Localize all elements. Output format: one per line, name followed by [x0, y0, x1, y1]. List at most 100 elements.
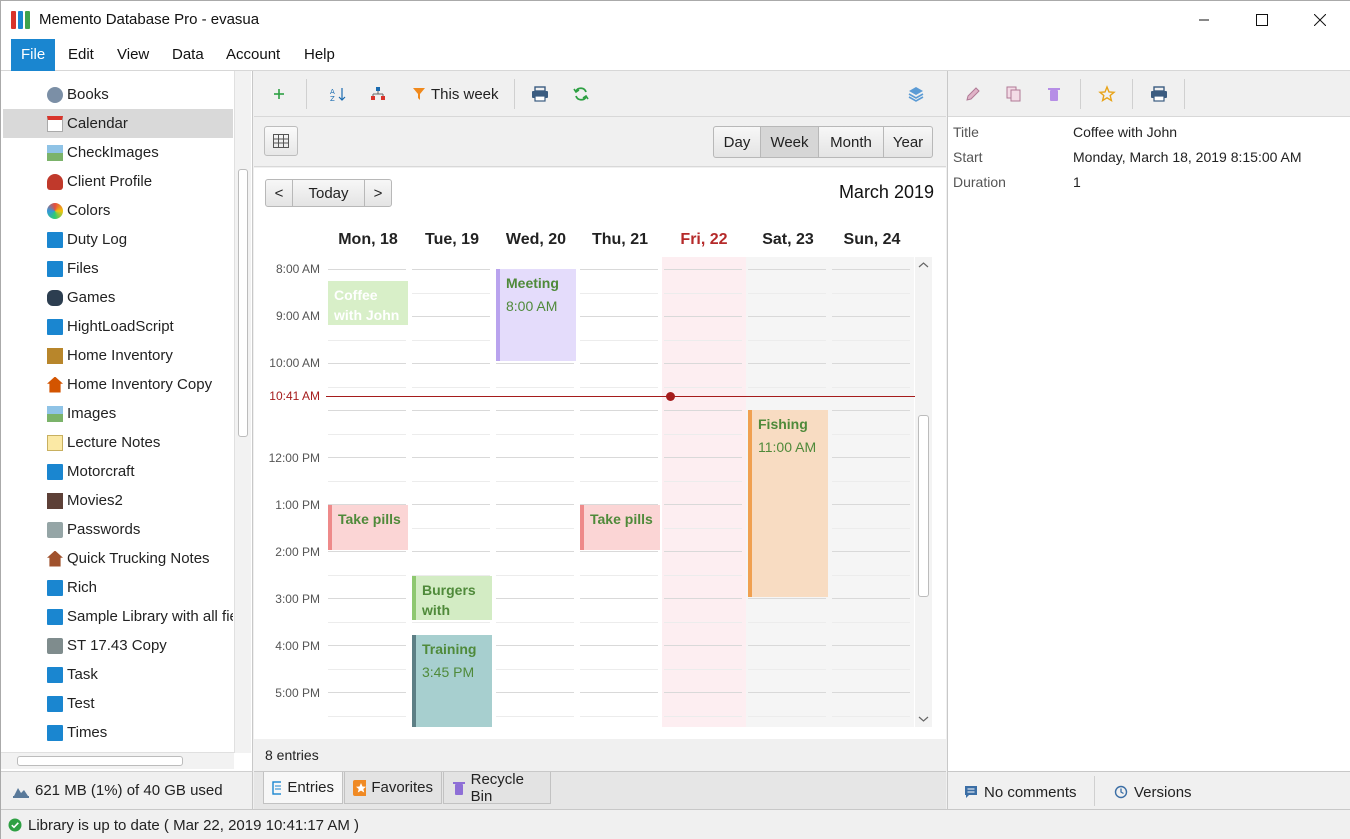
sidebar-item-duty-log[interactable]: Duty Log: [3, 225, 233, 254]
delete-entry-button[interactable]: [1047, 82, 1061, 106]
sidebar-horizontal-scrollbar[interactable]: [1, 752, 234, 769]
layers-button[interactable]: [907, 82, 925, 106]
sidebar-item-images[interactable]: Images: [3, 399, 233, 428]
menu-file[interactable]: File: [11, 39, 56, 71]
minimize-button[interactable]: [1175, 1, 1233, 39]
day-header[interactable]: Wed, 20: [494, 231, 578, 249]
event-meeting[interactable]: Meeting 8:00 AM: [496, 269, 576, 361]
star-icon: [353, 779, 367, 796]
menu-account[interactable]: Account: [216, 39, 290, 71]
grid-line: [328, 387, 406, 388]
grid-line: [412, 387, 490, 388]
view-week-button[interactable]: Week: [760, 126, 819, 158]
today-button[interactable]: Today: [292, 179, 365, 207]
grid-line: [748, 716, 826, 717]
menu-data[interactable]: Data: [162, 39, 214, 71]
sidebar-item-task[interactable]: Task: [3, 660, 233, 689]
edit-entry-button[interactable]: [964, 82, 982, 106]
calendar-panel: AZ This week Day Week Month Year < Today…: [254, 71, 946, 771]
sidebar-item-calendar[interactable]: Calendar: [3, 109, 233, 138]
grid-line: [328, 645, 406, 646]
grid-line: [328, 551, 406, 552]
sidebar-item-hightloadscript[interactable]: HightLoadScript: [3, 312, 233, 341]
sidebar-item-files[interactable]: Files: [3, 254, 233, 283]
tab-recycle-bin[interactable]: Recycle Bin: [443, 771, 551, 805]
day-header-today[interactable]: Fri, 22: [662, 231, 746, 249]
event-training[interactable]: Training 3:45 PM: [412, 635, 492, 727]
grid-line: [580, 645, 658, 646]
favorite-button[interactable]: [1098, 82, 1116, 106]
tab-entries[interactable]: Entries: [263, 772, 343, 804]
filter-button[interactable]: This week: [412, 82, 499, 106]
sidebar-item-games[interactable]: Games: [3, 283, 233, 312]
event-take-pills[interactable]: Take pills: [328, 505, 408, 550]
scroll-thumb[interactable]: [918, 415, 929, 597]
sidebar-item-motorcraft[interactable]: Motorcraft: [3, 457, 233, 486]
sidebar-item-quick-trucking-notes[interactable]: Quick Trucking Notes: [3, 544, 233, 573]
sidebar-item-times[interactable]: Times: [3, 718, 233, 747]
scroll-thumb[interactable]: [238, 169, 248, 437]
menu-edit[interactable]: Edit: [58, 39, 104, 71]
close-button[interactable]: [1291, 1, 1349, 39]
menu-view[interactable]: View: [107, 39, 159, 71]
grid-line: [580, 269, 658, 270]
scroll-thumb[interactable]: [17, 756, 183, 766]
library-icon: [47, 231, 63, 248]
sidebar-item-home-inventory[interactable]: Home Inventory: [3, 341, 233, 370]
table-view-button[interactable]: [264, 126, 298, 156]
grid-line: [496, 622, 574, 623]
duplicate-entry-button[interactable]: [1005, 82, 1023, 106]
maximize-button[interactable]: [1233, 1, 1291, 39]
menu-help[interactable]: Help: [294, 39, 345, 71]
view-year-button[interactable]: Year: [883, 126, 933, 158]
sidebar-vertical-scrollbar[interactable]: [234, 71, 251, 753]
month-label: March 2019: [838, 182, 934, 202]
sidebar-item-label: Calendar: [67, 115, 128, 132]
day-header[interactable]: Thu, 21: [578, 231, 662, 249]
sidebar-item-colors[interactable]: Colors: [3, 196, 233, 225]
grid-line: [664, 692, 742, 693]
comments-label: No comments: [984, 783, 1077, 801]
day-header[interactable]: Tue, 19: [410, 231, 494, 249]
sidebar-item-checkimages[interactable]: CheckImages: [3, 138, 233, 167]
sidebar-item-rich[interactable]: Rich: [3, 573, 233, 602]
sidebar-item-movies2[interactable]: Movies2: [3, 486, 233, 515]
prev-week-button[interactable]: <: [265, 179, 293, 207]
sidebar-item-lecture-notes[interactable]: Lecture Notes: [3, 428, 233, 457]
next-week-button[interactable]: >: [364, 179, 392, 207]
sidebar-item-st-17-43-copy[interactable]: ST 17.43 Copy: [3, 631, 233, 660]
event-fishing[interactable]: Fishing 11:00 AM: [748, 410, 828, 597]
grid-line: [664, 316, 742, 317]
sidebar-item-sample-library-with-all-fie[interactable]: Sample Library with all fie: [3, 602, 233, 631]
sidebar-item-test[interactable]: Test: [3, 689, 233, 718]
event-take-pills[interactable]: Take pills: [580, 505, 660, 550]
print-entry-button[interactable]: [1150, 82, 1168, 106]
comment-icon: [965, 786, 977, 798]
grid-line: [328, 622, 406, 623]
add-entry-button[interactable]: [272, 82, 286, 106]
sidebar-item-passwords[interactable]: Passwords: [3, 515, 233, 544]
view-month-button[interactable]: Month: [818, 126, 884, 158]
sidebar-item-books[interactable]: Books: [3, 80, 233, 109]
comments-button[interactable]: No comments: [964, 780, 1077, 804]
grid-line: [328, 363, 406, 364]
grid-line: [832, 692, 910, 693]
day-header[interactable]: Sun, 24: [830, 231, 914, 249]
tab-favorites[interactable]: Favorites: [344, 772, 442, 804]
sidebar-item-client-profile[interactable]: Client Profile: [3, 167, 233, 196]
event-burgers-with-lana[interactable]: Burgers with Lana: [412, 576, 492, 620]
day-header[interactable]: Mon, 18: [326, 231, 410, 249]
sidebar-item-home-inventory-copy[interactable]: Home Inventory Copy: [3, 370, 233, 399]
group-button[interactable]: [370, 82, 386, 106]
day-header[interactable]: Sat, 23: [746, 231, 830, 249]
sort-button[interactable]: AZ: [330, 82, 346, 106]
sync-button[interactable]: [573, 82, 589, 106]
time-grid[interactable]: 8:00 AM 9:00 AM 10:00 AM 12:00 PM 1:00 P…: [254, 257, 930, 727]
event-coffee-with-john[interactable]: Coffee with John: [328, 281, 408, 325]
print-button[interactable]: [531, 82, 549, 106]
calendar-scrollbar[interactable]: [915, 257, 932, 727]
time-label: 10:00 AM: [269, 356, 320, 370]
versions-button[interactable]: Versions: [1114, 780, 1192, 804]
grid-line: [832, 716, 910, 717]
view-day-button[interactable]: Day: [713, 126, 761, 158]
